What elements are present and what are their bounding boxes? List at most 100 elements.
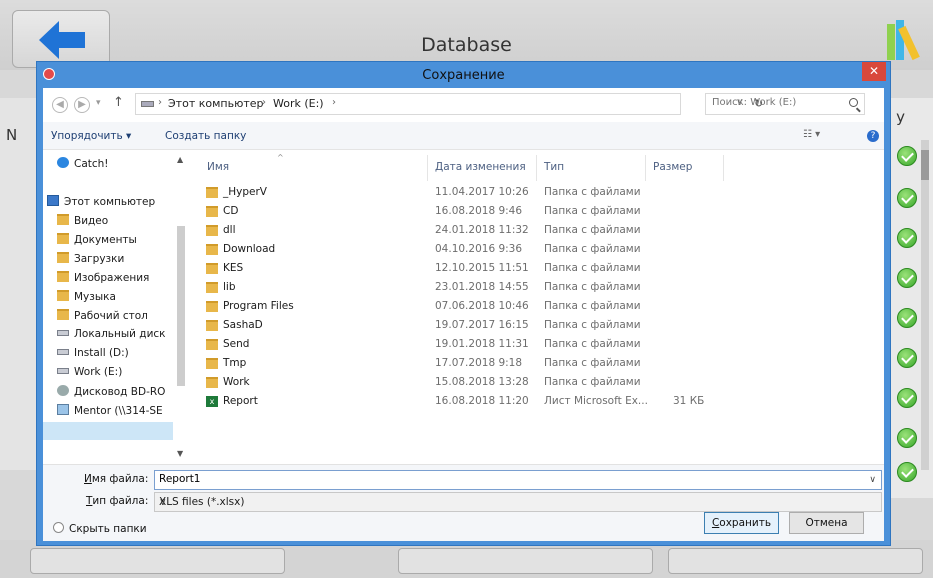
file-name: CD: [223, 205, 239, 217]
dialog-title: Сохранение: [422, 68, 505, 83]
nav-item-video[interactable]: Видео: [57, 214, 108, 227]
app-scrollbar[interactable]: [921, 140, 929, 470]
file-row[interactable]: Program Files 07.06.2018 10:46 Папка с фай…: [193, 297, 713, 316]
nav-item-pictures[interactable]: Изображения: [57, 271, 149, 284]
recent-chevron-icon[interactable]: ▾: [96, 98, 101, 108]
check-icon[interactable]: [897, 462, 917, 482]
filename-field[interactable]: ∨: [154, 470, 882, 490]
search-box[interactable]: [705, 93, 865, 115]
app-bottom-button[interactable]: [398, 548, 653, 574]
file-date: 11.04.2017 10:26: [435, 186, 529, 198]
chevron-down-icon[interactable]: ∨: [159, 496, 876, 508]
nav-item-downloads[interactable]: Загрузки: [57, 252, 124, 265]
nav-item-music[interactable]: Музыка: [57, 290, 116, 303]
drive-icon: [57, 349, 69, 355]
file-row[interactable]: KES 12.10.2015 11:51 Папка с файлами: [193, 259, 713, 278]
nav-item-documents[interactable]: Документы: [57, 233, 137, 246]
file-row[interactable]: Tmp 17.07.2018 9:18 Папка с файлами: [193, 354, 713, 373]
nav-item-work-e[interactable]: Work (E:): [57, 366, 122, 378]
left-panel: [0, 98, 38, 470]
file-type: Папка с файлами: [544, 319, 641, 331]
file-row[interactable]: x Report 16.08.2018 11:20 Лист Microsoft Ex…: [193, 392, 713, 411]
file-date: 24.01.2018 11:32: [435, 224, 529, 236]
nav-item-mentor[interactable]: Mentor (\\314-SE: [57, 404, 163, 417]
save-button[interactable]: Сохранить: [704, 512, 779, 534]
folder-icon: [206, 225, 218, 236]
column-separator[interactable]: [536, 155, 537, 181]
file-name: Program Files: [223, 300, 294, 312]
breadcrumb-chevron-icon[interactable]: ›: [262, 97, 266, 108]
app-scrollbar-thumb[interactable]: [921, 150, 929, 180]
app-bottom-button[interactable]: [668, 548, 923, 574]
check-icon[interactable]: [897, 388, 917, 408]
nav-item-catch[interactable]: Catch!: [57, 157, 109, 170]
folder-icon: [206, 377, 218, 388]
check-icon[interactable]: [897, 268, 917, 288]
check-icon[interactable]: [897, 146, 917, 166]
view-options-icon[interactable]: ☷ ▾: [803, 129, 820, 140]
check-icon[interactable]: [897, 188, 917, 208]
nav-item-local-disk[interactable]: Локальный диск: [57, 328, 166, 340]
app-bottom-button[interactable]: [30, 548, 285, 574]
hide-folders-button[interactable]: Скрыть папки: [53, 522, 147, 535]
file-name: SashaD: [223, 319, 263, 331]
check-icon[interactable]: [897, 348, 917, 368]
file-row[interactable]: Send 19.01.2018 11:31 Папка с файлами: [193, 335, 713, 354]
file-name: lib: [223, 281, 236, 293]
nav-item-bd-rom[interactable]: Дисковод BD-RO: [57, 385, 165, 398]
nav-item-this-pc[interactable]: Этот компьютер: [47, 195, 155, 208]
file-row[interactable]: lib 23.01.2018 14:55 Папка с файлами: [193, 278, 713, 297]
search-input[interactable]: [712, 97, 837, 108]
filename-input[interactable]: [159, 473, 849, 485]
column-separator[interactable]: [427, 155, 428, 181]
check-icon[interactable]: [897, 228, 917, 248]
search-icon[interactable]: [849, 98, 858, 107]
file-row[interactable]: SashaD 19.07.2017 16:15 Папка с файлами: [193, 316, 713, 335]
file-size: 31 КБ: [673, 395, 705, 407]
address-row: ◀ ▶ ▾ ↑ › Этот компьютер › Work (E:) › ∨…: [43, 88, 884, 122]
file-row[interactable]: CD 16.08.2018 9:46 Папка с файлами: [193, 202, 713, 221]
forward-icon[interactable]: ▶: [74, 97, 90, 113]
column-separator[interactable]: [645, 155, 646, 181]
nav-item-desktop[interactable]: Рабочий стол: [57, 309, 148, 322]
folder-icon: [206, 187, 218, 198]
file-row[interactable]: Download 04.10.2016 9:36 Папка с файлами: [193, 240, 713, 259]
breadcrumb-chevron-icon[interactable]: ›: [332, 97, 336, 108]
file-row[interactable]: Work 15.08.2018 13:28 Папка с файлами: [193, 373, 713, 392]
column-name[interactable]: Имя: [207, 161, 229, 173]
breadcrumb-computer[interactable]: Этот компьютер: [168, 97, 264, 110]
column-size[interactable]: Размер: [653, 161, 692, 173]
nav-selection-highlight: [43, 422, 189, 440]
scroll-down-icon[interactable]: ▼: [177, 449, 183, 458]
breadcrumb-chevron-icon[interactable]: ›: [158, 97, 162, 108]
file-type: Папка с файлами: [544, 224, 641, 236]
file-row[interactable]: dll 24.01.2018 11:32 Папка с файлами: [193, 221, 713, 240]
nav-item-install-d[interactable]: Install (D:): [57, 347, 129, 359]
organize-button[interactable]: Упорядочить ▾: [51, 130, 131, 142]
breadcrumb-drive[interactable]: Work (E:): [273, 97, 324, 110]
chevron-down-icon[interactable]: ∨: [869, 475, 876, 485]
scroll-up-icon[interactable]: ▲: [177, 155, 183, 164]
column-type[interactable]: Тип: [544, 161, 564, 173]
file-date: 15.08.2018 13:28: [435, 376, 529, 388]
address-bar[interactable]: › Этот компьютер › Work (E:) › ∨ ↻: [135, 93, 763, 115]
dialog-titlebar[interactable]: Сохранение ✕: [37, 62, 890, 88]
command-bar: Упорядочить ▾ Создать папку ☷ ▾ ?: [43, 122, 884, 150]
file-row[interactable]: _HyperV 11.04.2017 10:26 Папка с файлами: [193, 183, 713, 202]
up-icon[interactable]: ↑: [113, 95, 124, 110]
file-type: Лист Microsoft Ex...: [544, 395, 648, 407]
back-icon[interactable]: ◀: [52, 97, 68, 113]
file-type: Папка с файлами: [544, 205, 641, 217]
new-folder-button[interactable]: Создать папку: [165, 130, 246, 142]
check-icon[interactable]: [897, 308, 917, 328]
drive-icon: [57, 368, 69, 374]
nav-scrollbar[interactable]: ▲ ▼: [173, 151, 189, 463]
nav-scrollbar-thumb[interactable]: [177, 226, 185, 386]
cancel-button[interactable]: Отмена: [789, 512, 864, 534]
column-separator[interactable]: [723, 155, 724, 181]
help-icon[interactable]: ?: [867, 130, 879, 142]
check-icon[interactable]: [897, 428, 917, 448]
column-date[interactable]: Дата изменения: [435, 161, 526, 173]
close-button[interactable]: ✕: [862, 62, 886, 81]
filetype-select[interactable]: XLS files (*.xlsx) ∨: [154, 492, 882, 512]
